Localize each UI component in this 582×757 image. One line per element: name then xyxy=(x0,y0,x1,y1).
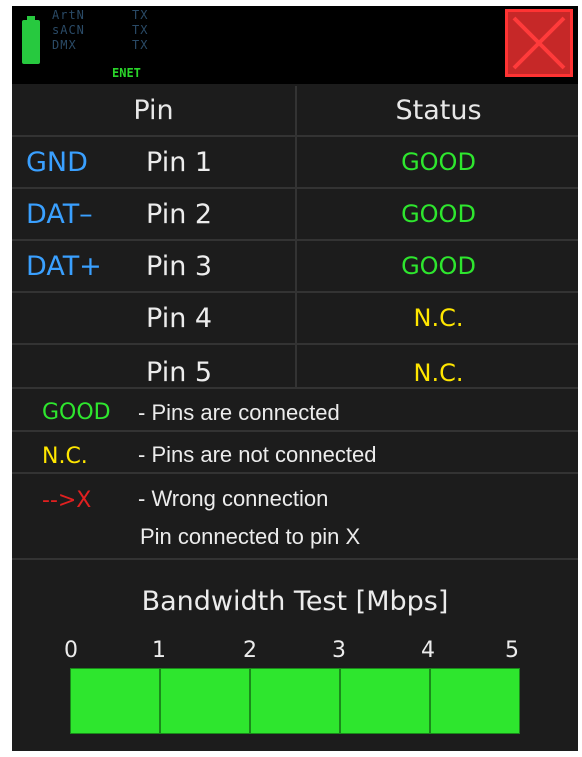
legend-nc: N.C. - Pins are not connected xyxy=(12,432,578,474)
bandwidth-tick: 2 xyxy=(243,638,257,663)
pin-label: Pin 4 xyxy=(146,302,213,334)
bandwidth-segment xyxy=(70,668,160,734)
protocol-dmx-label: DMX xyxy=(52,38,77,52)
bandwidth-segment xyxy=(340,668,430,734)
pin-cell: Pin 5 xyxy=(12,345,297,388)
bandwidth-title: Bandwidth Test [Mbps] xyxy=(141,586,449,617)
protocol-sacn-label: sACN xyxy=(52,23,85,37)
header-pin: Pin xyxy=(133,95,174,126)
signal-label: GND xyxy=(26,146,88,178)
bandwidth-segment xyxy=(250,668,340,734)
protocol-artnet-label: ArtN xyxy=(52,8,85,22)
status-value: N.C. xyxy=(413,304,464,332)
protocol-artnet-state: TX xyxy=(132,8,149,22)
pin-cell: Pin 4 xyxy=(12,293,297,343)
close-button[interactable] xyxy=(505,9,573,77)
protocol-sacn-state: TX xyxy=(132,23,149,37)
pin-label: Pin 5 xyxy=(146,357,213,388)
legend-wrong-key: -->X xyxy=(42,488,92,513)
legend-nc-key: N.C. xyxy=(42,444,88,469)
legend-wrong-desc: - Wrong connection xyxy=(138,486,329,511)
bandwidth-segment xyxy=(430,668,520,734)
status-value: GOOD xyxy=(401,200,476,228)
pin-label: Pin 2 xyxy=(146,198,213,230)
legend-wrong-desc-2: Pin connected to pin X xyxy=(140,524,361,549)
status-cell: N.C. xyxy=(299,293,578,343)
bandwidth-bar xyxy=(70,668,520,734)
battery-icon xyxy=(22,20,40,64)
legend-wrong: -->X - Wrong connection Pin connected to… xyxy=(12,474,578,560)
pin-cell: DAT– Pin 2 xyxy=(12,189,297,239)
status-cell: GOOD xyxy=(299,241,578,291)
bandwidth-tick: 5 xyxy=(505,638,519,663)
table-row: Pin 5 N.C. xyxy=(12,345,578,389)
pin-cell: GND Pin 1 xyxy=(12,137,297,187)
tester-screen: ArtN TX sACN TX DMX TX ENET Pin Status G… xyxy=(12,6,578,751)
header-status-cell: Status xyxy=(299,86,578,135)
table-row: Pin 4 N.C. xyxy=(12,293,578,345)
pin-cell: DAT+ Pin 3 xyxy=(12,241,297,291)
status-cell: GOOD xyxy=(299,189,578,239)
bandwidth-tick: 4 xyxy=(421,638,435,663)
bandwidth-segment xyxy=(160,668,250,734)
signal-label: DAT+ xyxy=(26,250,102,282)
status-cell: N.C. xyxy=(299,345,578,387)
close-x-icon xyxy=(512,16,566,70)
status-bar: ArtN TX sACN TX DMX TX ENET xyxy=(12,6,578,84)
protocol-dmx-state: TX xyxy=(132,38,149,52)
table-row: DAT+ Pin 3 GOOD xyxy=(12,241,578,293)
legend-good-desc: - Pins are connected xyxy=(138,400,340,425)
table-row: GND Pin 1 GOOD xyxy=(12,137,578,189)
status-cell: GOOD xyxy=(299,137,578,187)
table-header-row: Pin Status xyxy=(12,86,578,137)
bandwidth-tick: 0 xyxy=(64,638,78,663)
network-mode-label: ENET xyxy=(112,66,141,80)
table-row: DAT– Pin 2 GOOD xyxy=(12,189,578,241)
legend-good-key: GOOD xyxy=(42,400,111,425)
bandwidth-tick: 1 xyxy=(152,638,166,663)
header-pin-cell: Pin xyxy=(12,86,297,135)
status-value: N.C. xyxy=(413,359,464,387)
legend-nc-desc: - Pins are not connected xyxy=(138,442,377,467)
status-value: GOOD xyxy=(401,148,476,176)
header-status: Status xyxy=(395,95,482,126)
signal-label: DAT– xyxy=(26,198,93,230)
pin-label: Pin 1 xyxy=(146,146,213,178)
legend-good: GOOD - Pins are connected xyxy=(12,390,578,432)
status-value: GOOD xyxy=(401,252,476,280)
bandwidth-tick: 3 xyxy=(332,638,346,663)
pin-label: Pin 3 xyxy=(146,250,213,282)
